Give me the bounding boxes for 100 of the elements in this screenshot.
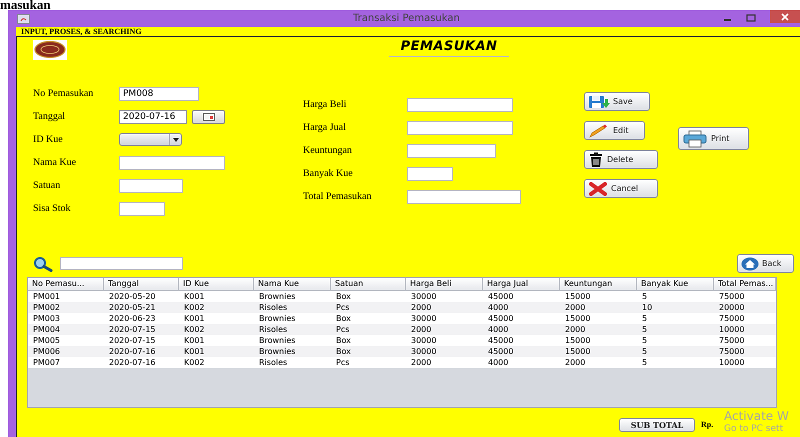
table-cell-text: 4000 <box>487 302 510 313</box>
table-cell-text: PM005 <box>32 335 61 346</box>
activation-notice: Activate W <box>724 409 789 423</box>
table-cell-text: 75000 <box>718 335 746 346</box>
field-label: Harga Beli <box>303 98 348 110</box>
panel-title: INPUT, PROSES, & SEARCHING <box>20 27 143 36</box>
table-cell-text: PM002 <box>32 302 61 313</box>
table-cell-text: 15000 <box>564 313 592 324</box>
column-header[interactable]: Harga Jual <box>483 278 560 291</box>
table-cell-text: Pcs <box>335 324 350 335</box>
java-app-icon <box>17 14 30 24</box>
date-field[interactable]: 2020-07-16 <box>119 110 187 124</box>
print-button[interactable]: Print <box>678 127 749 150</box>
table-cell-text: 2000 <box>564 357 586 368</box>
field-label: Satuan <box>33 179 62 191</box>
trash-icon <box>588 152 604 168</box>
back-button[interactable]: Back <box>737 254 794 273</box>
table-cell-text: 30000 <box>410 291 438 302</box>
field-label: Sisa Stok <box>33 202 72 214</box>
edit-button[interactable]: Edit <box>584 121 645 140</box>
search-field[interactable] <box>60 257 183 270</box>
search-icon[interactable] <box>33 256 53 272</box>
table-cell-text: K001 <box>183 291 206 302</box>
delete-button[interactable]: Delete <box>584 150 658 169</box>
table-cell-text: PM003 <box>32 313 61 324</box>
activation-notice: Go to PC sett <box>724 424 784 435</box>
table-cell-text: K002 <box>183 357 206 368</box>
field-label: Banyak Kue <box>303 167 354 179</box>
save-button[interactable]: Save <box>584 92 650 111</box>
table-cell-text: 10000 <box>718 357 746 368</box>
column-header[interactable]: Banyak Kue <box>637 278 714 291</box>
table-cell-text: K001 <box>183 346 206 357</box>
field-label: Tanggal <box>33 110 66 122</box>
field-label: No Pemasukan <box>33 87 94 99</box>
table-cell-text: PM007 <box>32 357 61 368</box>
window-title: Transaksi Pemasukan <box>353 13 460 24</box>
maximize-icon[interactable] <box>746 14 756 23</box>
table-cell-text: PM004 <box>32 324 61 335</box>
column-header[interactable]: Satuan <box>331 278 406 291</box>
logo-icon <box>33 40 67 60</box>
table-cell-text: PM006 <box>32 346 61 357</box>
table-cell-text: Brownies <box>258 346 296 357</box>
input-field[interactable] <box>119 179 183 193</box>
table-cell-text: 75000 <box>718 291 746 302</box>
table-cell-text: 5 <box>641 324 648 335</box>
table-cell-text: Box <box>335 291 352 302</box>
table-cell-text: Box <box>335 313 352 324</box>
calendar-button[interactable] <box>192 110 225 124</box>
input-field[interactable] <box>407 98 513 112</box>
field-label: Keuntungan <box>303 144 353 156</box>
table-cell-text: 30000 <box>410 346 438 357</box>
table-cell-text: 2020-06-23 <box>108 313 156 324</box>
sub-total-button[interactable]: SUB TOTAL <box>619 418 695 432</box>
table-cell-text: 45000 <box>487 346 514 357</box>
input-field[interactable] <box>407 190 521 204</box>
table-cell-text: 15000 <box>564 291 592 302</box>
printer-icon <box>682 130 708 148</box>
table-cell-text: 5 <box>641 357 648 368</box>
pencil-icon <box>588 124 610 138</box>
input-field[interactable] <box>407 121 513 135</box>
table-cell-text: 2000 <box>410 324 432 335</box>
close-button[interactable] <box>770 10 800 23</box>
column-header[interactable]: Tanggal <box>104 278 179 291</box>
column-header[interactable]: Keuntungan <box>560 278 637 291</box>
table-cell-text: 2000 <box>410 302 432 313</box>
currency-label: Rp. <box>701 419 714 429</box>
home-icon <box>741 256 759 270</box>
table-cell-text: K002 <box>183 302 206 313</box>
input-field[interactable] <box>407 167 453 181</box>
input-field[interactable] <box>407 144 496 158</box>
table-cell-text: Brownies <box>258 313 296 324</box>
field-label: ID Kue <box>33 133 64 145</box>
table-cell-text: 5 <box>641 291 648 302</box>
input-field[interactable] <box>119 156 225 170</box>
table-cell-text: 15000 <box>564 346 592 357</box>
field-label: Harga Jual <box>303 121 347 133</box>
column-header[interactable]: Nama Kue <box>254 278 331 291</box>
table-cell-text: Box <box>335 346 352 357</box>
close-icon <box>781 12 789 20</box>
table-cell-text: K002 <box>183 324 206 335</box>
table-cell-text: 75000 <box>718 346 746 357</box>
table-cell-text: Pcs <box>335 357 350 368</box>
field-label: Total Pemasukan <box>303 190 372 202</box>
dropdown[interactable] <box>119 133 182 146</box>
table-cell-text: 4000 <box>487 357 510 368</box>
form-title: PEMASUKAN <box>389 39 509 57</box>
input-field[interactable]: PM008 <box>119 87 199 101</box>
table-cell-text: 5 <box>641 313 648 324</box>
table-cell-text: 5 <box>641 335 648 346</box>
table-cell-text: 2000 <box>410 357 432 368</box>
column-header[interactable]: No Pemasu... <box>28 278 104 291</box>
column-header[interactable]: ID Kue <box>179 278 254 291</box>
column-header[interactable]: Total Pemas... <box>714 278 776 291</box>
column-header[interactable]: Harga Beli <box>406 278 483 291</box>
table-cell-text: 10000 <box>718 324 746 335</box>
table-cell-text: 15000 <box>564 335 592 346</box>
table-cell-text: 2000 <box>564 302 586 313</box>
input-field[interactable] <box>119 202 165 216</box>
table-cell-text: Risoles <box>258 324 288 335</box>
cancel-button[interactable]: Cancel <box>584 179 658 198</box>
